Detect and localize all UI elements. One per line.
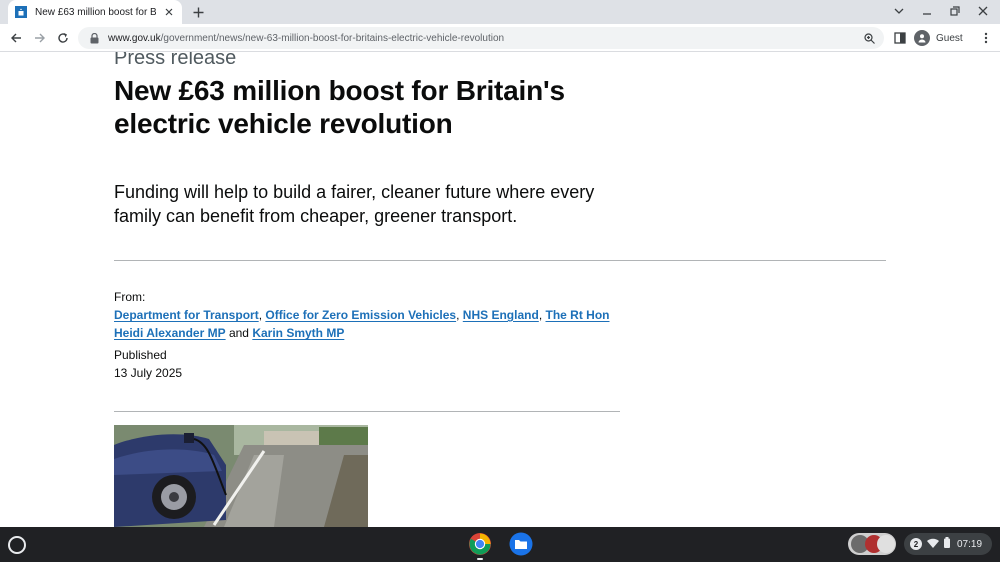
status-area[interactable]: 2 07:19 bbox=[904, 533, 992, 555]
files-app-icon[interactable] bbox=[509, 532, 533, 556]
side-panel-icon[interactable] bbox=[892, 30, 908, 46]
wifi-icon bbox=[927, 535, 939, 553]
guest-avatar-icon bbox=[914, 30, 930, 46]
page-lede: Funding will help to build a fairer, cle… bbox=[114, 182, 595, 226]
reload-icon[interactable] bbox=[55, 30, 71, 46]
article-image bbox=[114, 425, 368, 527]
from-label: From: bbox=[114, 290, 146, 304]
browser-toolbar: www.gov.uk/government/news/new-63-millio… bbox=[0, 24, 1000, 52]
forward-arrow-icon[interactable] bbox=[32, 30, 48, 46]
browser-tab[interactable]: New £63 million boost for Britain bbox=[8, 0, 182, 24]
organisation-list: Department for Transport, Office for Zer… bbox=[114, 306, 634, 342]
os-shelf: 2 07:19 bbox=[0, 527, 1000, 562]
holding-space-thumbnail[interactable] bbox=[848, 533, 896, 555]
org-link-ozev[interactable]: Office for Zero Emission Vehicles bbox=[265, 308, 456, 322]
chrome-app-icon[interactable] bbox=[468, 532, 492, 556]
tab-title: New £63 million boost for Britain bbox=[35, 6, 156, 18]
notification-count-badge: 2 bbox=[910, 538, 922, 550]
close-window-icon[interactable] bbox=[976, 4, 990, 18]
battery-icon bbox=[944, 535, 950, 553]
chevron-down-icon[interactable] bbox=[892, 4, 906, 18]
published-date: 13 July 2025 bbox=[114, 366, 183, 380]
url-path: /government/news/new-63-million-boost-fo… bbox=[160, 32, 505, 44]
address-bar[interactable]: www.gov.uk/government/news/new-63-millio… bbox=[78, 27, 884, 49]
section-divider bbox=[114, 260, 886, 261]
restore-icon[interactable] bbox=[948, 4, 962, 18]
zoom-icon[interactable] bbox=[862, 31, 876, 45]
separator: , bbox=[258, 308, 263, 322]
separator: , bbox=[538, 308, 543, 322]
url-text[interactable]: www.gov.uk/government/news/new-63-millio… bbox=[108, 33, 862, 44]
page-title: New £63 million boost for Britain's elec… bbox=[114, 75, 565, 139]
page-content: Press release New £63 million boost for … bbox=[0, 52, 1000, 527]
profile-label: Guest bbox=[936, 32, 963, 44]
section-divider bbox=[114, 411, 620, 412]
profile-button[interactable]: Guest bbox=[912, 27, 969, 49]
published-label: Published bbox=[114, 348, 167, 362]
govuk-favicon-icon bbox=[15, 6, 27, 18]
minimize-icon[interactable] bbox=[920, 4, 934, 18]
org-link-department-for-transport[interactable]: Department for Transport bbox=[114, 308, 259, 322]
tab-strip: New £63 million boost for Britain bbox=[0, 0, 1000, 24]
org-link-karin-smyth[interactable]: Karin Smyth MP bbox=[252, 326, 344, 340]
url-host: www.gov.uk bbox=[108, 32, 161, 44]
launcher-icon[interactable] bbox=[8, 536, 26, 554]
separator-and: and bbox=[228, 326, 249, 340]
metadata-block: From: Department for Transport, Office f… bbox=[114, 288, 634, 382]
lock-icon[interactable] bbox=[88, 32, 100, 44]
window-controls bbox=[892, 4, 990, 18]
page-caption: Press release bbox=[114, 52, 237, 69]
plus-icon[interactable] bbox=[189, 3, 207, 21]
active-app-indicator bbox=[477, 558, 483, 560]
back-arrow-icon[interactable] bbox=[8, 30, 24, 46]
org-link-nhs-england[interactable]: NHS England bbox=[463, 308, 539, 322]
kebab-menu-icon[interactable] bbox=[978, 30, 994, 46]
separator: , bbox=[456, 308, 460, 322]
clock: 07:19 bbox=[957, 538, 983, 550]
close-icon[interactable] bbox=[162, 5, 176, 19]
